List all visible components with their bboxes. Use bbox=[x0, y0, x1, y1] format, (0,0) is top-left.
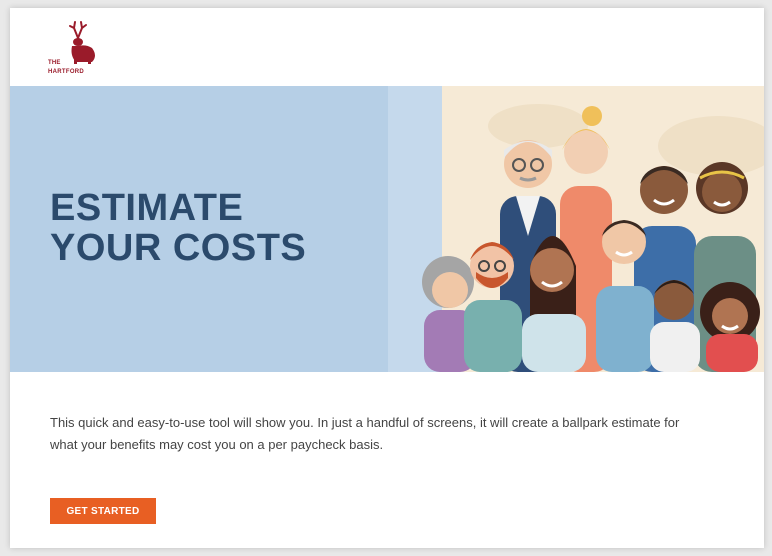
stag-icon bbox=[69, 21, 95, 64]
get-started-button[interactable]: GET STARTED bbox=[50, 498, 156, 524]
logo-text-hartford: HARTFORD bbox=[48, 69, 85, 75]
hero-title-panel: ESTIMATE YOUR COSTS bbox=[10, 86, 442, 372]
title-line-2: YOUR COSTS bbox=[50, 227, 307, 269]
group-of-people-illustration bbox=[388, 86, 764, 372]
page-title: ESTIMATE YOUR COSTS bbox=[50, 188, 306, 268]
title-line-1: ESTIMATE bbox=[50, 187, 244, 229]
intro-paragraph: This quick and easy-to-use tool will sho… bbox=[50, 415, 680, 452]
hero-banner: ESTIMATE YOUR COSTS bbox=[10, 86, 764, 372]
logo-text-the: THE bbox=[48, 60, 61, 66]
page-frame: THE HARTFORD ESTIMATE YOUR COSTS This qu… bbox=[10, 8, 764, 548]
the-hartford-logo[interactable]: THE HARTFORD bbox=[48, 20, 108, 84]
